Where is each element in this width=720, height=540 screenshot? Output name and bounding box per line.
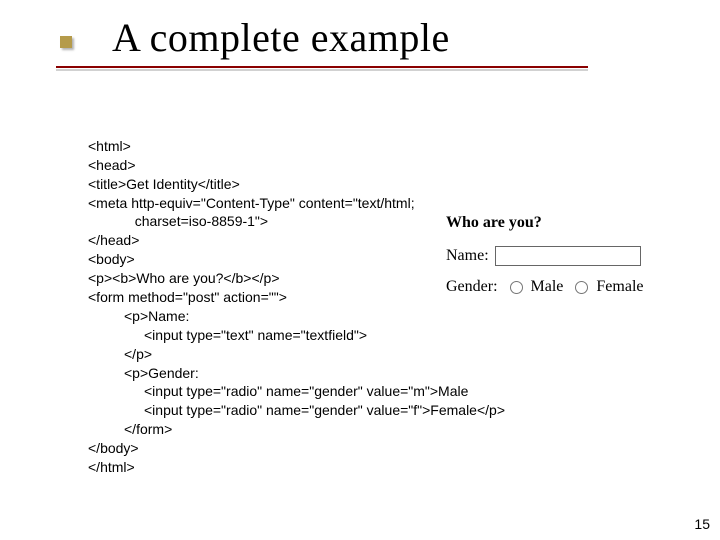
name-input[interactable] bbox=[495, 246, 641, 266]
female-label: Female bbox=[596, 278, 643, 296]
code-line: </head> bbox=[88, 232, 139, 248]
gender-male-radio[interactable] bbox=[510, 281, 523, 294]
code-line: <input type="radio" name="gender" value=… bbox=[88, 382, 468, 401]
title-bullet bbox=[60, 36, 72, 48]
code-line: <input type="radio" name="gender" value=… bbox=[88, 401, 505, 420]
code-line: <meta http-equiv="Content-Type" content=… bbox=[88, 195, 415, 211]
code-line: <html> bbox=[88, 138, 131, 154]
page-number: 15 bbox=[694, 516, 710, 532]
gender-label: Gender: bbox=[446, 278, 498, 296]
preview-name-row: Name: bbox=[446, 246, 698, 266]
code-line: <input type="text" name="textfield"> bbox=[88, 326, 367, 345]
code-line: <p>Gender: bbox=[88, 364, 199, 383]
code-listing: <html> <head> <title>Get Identity</title… bbox=[88, 118, 505, 477]
title-rule bbox=[56, 66, 588, 68]
code-line: <title>Get Identity</title> bbox=[88, 176, 240, 192]
code-line: <head> bbox=[88, 157, 136, 173]
code-line: <p><b>Who are you?</b></p> bbox=[88, 270, 280, 286]
code-line: </form> bbox=[88, 420, 172, 439]
gender-female-radio[interactable] bbox=[575, 281, 588, 294]
code-line: </body> bbox=[88, 440, 139, 456]
code-line: </p> bbox=[88, 345, 152, 364]
code-line: <body> bbox=[88, 251, 135, 267]
male-label: Male bbox=[531, 278, 564, 296]
code-line: <p>Name: bbox=[88, 307, 189, 326]
code-line: </html> bbox=[88, 459, 135, 475]
slide-title: A complete example bbox=[112, 15, 450, 60]
code-line: charset=iso-8859-1"> bbox=[88, 213, 268, 229]
slide-title-wrap: A complete example bbox=[112, 14, 450, 61]
preview-heading: Who are you? bbox=[446, 214, 698, 232]
preview-gender-row: Gender: Male Female bbox=[446, 278, 698, 296]
rendered-preview: Who are you? Name: Gender: Male Female bbox=[446, 214, 698, 308]
name-label: Name: bbox=[446, 247, 489, 265]
code-line: <form method="post" action=""> bbox=[88, 289, 287, 305]
